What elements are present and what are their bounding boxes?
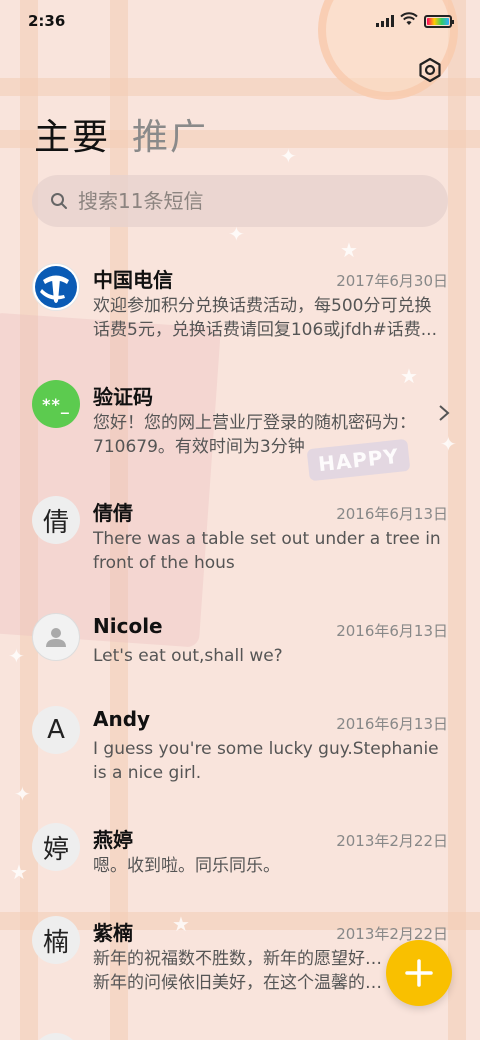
girl-card-decoration [0, 312, 221, 648]
message-preview-line: 欢迎参加积分兑换话费活动，每500分可兑换 [93, 296, 432, 316]
message-date: 2016年6月13日 [336, 505, 448, 523]
settings-button[interactable] [416, 56, 444, 84]
avatar: 倩 [32, 496, 80, 544]
message-preview-line: 新年的祝福数不胜数，新年的愿望好多好多， [93, 949, 393, 969]
status-icons [376, 12, 454, 30]
message-preview-line: 话费5元，兑换话费请回复106或jfdh#话费... [93, 320, 437, 340]
signal-icon [376, 15, 394, 27]
search-icon [51, 193, 67, 209]
settings-icon [419, 57, 441, 83]
battery-icon [424, 14, 454, 28]
tab-promotions[interactable]: 推广 [132, 108, 208, 160]
chevron-right-icon[interactable] [438, 403, 450, 428]
star-icon: ★ [400, 364, 418, 388]
message-preview: 欢迎参加积分兑换话费活动，每500分可兑换 话费5元，兑换话费请回复106或jf… [93, 294, 445, 342]
wallpaper-stripe [448, 0, 466, 1040]
message-preview-line: There was a table set out under a tree i… [93, 529, 441, 549]
status-time: 2:36 [28, 12, 66, 30]
message-preview: 嗯。收到啦。同乐同乐。 [93, 854, 445, 878]
message-date: 2013年2月22日 [336, 832, 448, 850]
tab-bar: 主要 推广 [34, 108, 208, 160]
message-preview: There was a table set out under a tree i… [93, 527, 445, 575]
new-message-button[interactable] [386, 940, 452, 1006]
china-telecom-logo-icon [32, 263, 80, 311]
message-preview: 您好！您的网上营业厅登录的随机密码为： 710679。有效时间为3分钟 [93, 411, 433, 459]
message-preview-line: 您好！您的网上营业厅登录的随机密码为： [93, 413, 416, 433]
message-preview-line: 710679。有效时间为3分钟 [93, 437, 305, 457]
message-date: 2017年6月30日 [336, 272, 448, 290]
tab-primary[interactable]: 主要 [34, 108, 110, 160]
avatar [32, 1033, 80, 1040]
message-preview-line: 新年的问候依旧美好，在这个温馨的时刻... [93, 973, 393, 993]
message-sender: 紫楠 [93, 921, 133, 945]
message-date: 2016年6月13日 [336, 622, 448, 640]
avatar: 婷 [32, 823, 80, 871]
verification-code-avatar: **_ [32, 380, 80, 428]
star-icon: ✦ [8, 644, 25, 668]
message-preview-line: I guess you're some lucky guy.Stephanie [93, 739, 439, 759]
message-preview-line: is a nice girl. [93, 763, 202, 783]
plus-icon [405, 959, 433, 987]
search-bar[interactable] [32, 175, 448, 227]
star-icon: ★ [340, 238, 358, 262]
message-sender: Andy [93, 707, 151, 731]
message-sender: 中国电信 [93, 268, 173, 292]
message-sender: 验证码 [93, 385, 153, 409]
person-icon [32, 613, 80, 661]
star-icon: ✦ [440, 432, 457, 456]
avatar: A [32, 706, 80, 754]
status-bar: 2:36 [0, 0, 480, 42]
star-icon: ★ [172, 912, 190, 936]
star-icon: ✦ [280, 144, 297, 168]
message-preview: Let's eat out,shall we? [93, 644, 445, 668]
message-preview: I guess you're some lucky guy.Stephanie … [93, 737, 445, 785]
message-sender: 倩倩 [93, 501, 133, 525]
star-icon: ✦ [14, 782, 31, 806]
star-icon: ★ [10, 860, 28, 884]
message-sender: 燕婷 [93, 828, 133, 852]
message-date: 2013年2月22日 [336, 925, 448, 943]
message-preview-line: Let's eat out,shall we? [93, 646, 283, 666]
wallpaper-stripe [0, 78, 480, 96]
message-preview: 新年的祝福数不胜数，新年的愿望好多好多， 新年的问候依旧美好，在这个温馨的时刻.… [93, 947, 393, 995]
wifi-icon [400, 12, 418, 30]
message-preview-line: front of the hous [93, 553, 235, 573]
search-input[interactable] [78, 189, 418, 213]
message-date: 2016年6月13日 [336, 715, 448, 733]
message-preview-line: 嗯。收到啦。同乐同乐。 [93, 856, 280, 876]
message-sender: Nicole [93, 614, 163, 638]
avatar: 楠 [32, 916, 80, 964]
